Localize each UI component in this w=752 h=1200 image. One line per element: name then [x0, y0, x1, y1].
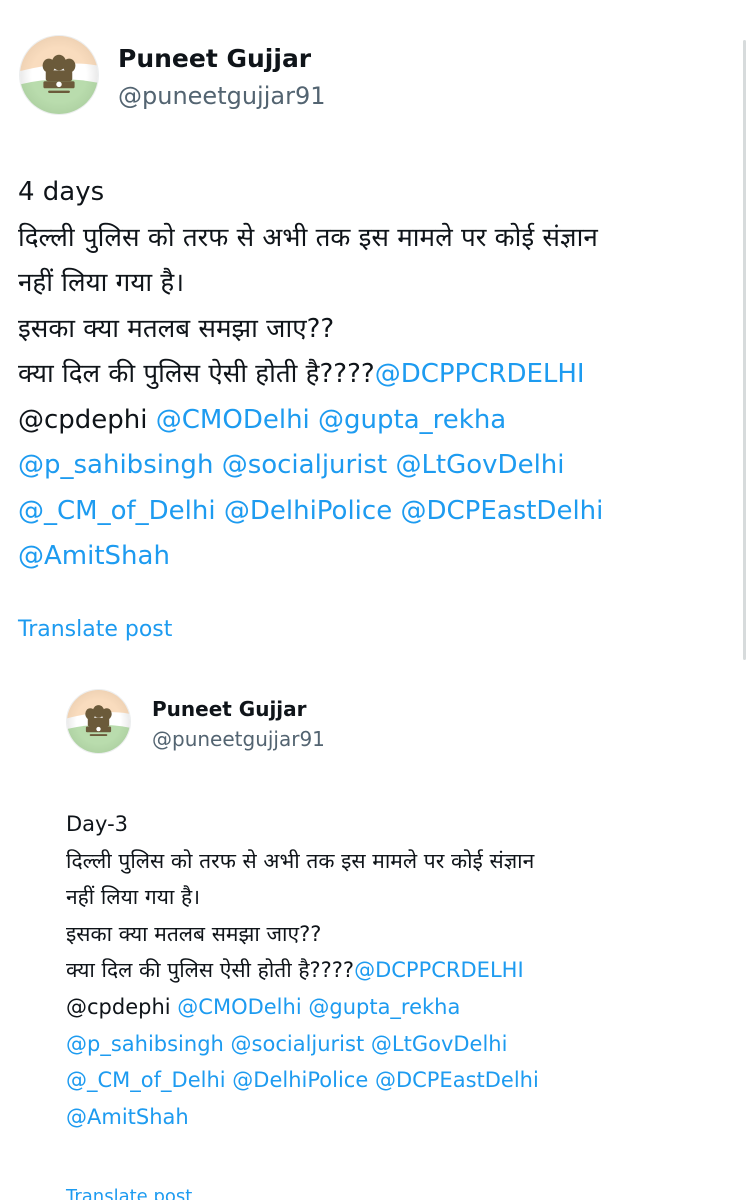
text-segment: दिल्ली पुलिस को तरफ से अभी तक इस मामले प…	[66, 848, 535, 873]
translate-post-link[interactable]: Translate post	[18, 617, 172, 642]
mention-link[interactable]: @DCPEastDelhi	[375, 1068, 539, 1092]
text-segment: नहीं लिया गया है।	[66, 885, 201, 910]
mention-link[interactable]: @gupta_rekha	[318, 405, 506, 435]
text-line: इसका क्या मतलब समझा जाए??	[18, 307, 603, 353]
mention-link[interactable]: @p_sahibsingh	[66, 1032, 224, 1056]
mention-link[interactable]: @DelhiPolice	[232, 1068, 368, 1092]
mention-link[interactable]: @DCPEastDelhi	[400, 496, 603, 526]
text-segment	[224, 1032, 231, 1056]
mention-link[interactable]: @p_sahibsingh	[18, 450, 213, 480]
author-name[interactable]: Puneet Gujjar	[118, 44, 311, 73]
text-line: @AmitShah	[66, 1099, 539, 1136]
mention-link[interactable]: @AmitShah	[18, 541, 170, 571]
text-line: @cpdephi @CMODelhi @gupta_rekha	[66, 989, 539, 1026]
ashoka-emblem-icon	[20, 36, 98, 114]
text-segment	[364, 1032, 371, 1056]
text-line: दिल्ली पुलिस को तरफ से अभी तक इस मामले प…	[66, 843, 539, 880]
mention-link[interactable]: @socialjurist	[222, 450, 387, 480]
text-line: @AmitShah	[18, 534, 603, 580]
post-text: 4 days दिल्ली पुलिस को तरफ से अभी तक इस म…	[18, 170, 603, 580]
scrollbar[interactable]	[743, 40, 746, 660]
text-line: @p_sahibsingh @socialjurist @LtGovDelhi	[66, 1026, 539, 1063]
text-segment	[310, 405, 318, 435]
quoted-translate-post-link[interactable]: Translate post	[66, 1186, 192, 1200]
text-segment: क्या दिल की पुलिस ऐसी होती है????	[18, 359, 375, 389]
quoted-author-handle[interactable]: @puneetgujjar91	[152, 727, 325, 751]
text-line: @_CM_of_Delhi @DelhiPolice @DCPEastDelhi	[66, 1062, 539, 1099]
quoted-author-avatar[interactable]	[66, 689, 131, 754]
ashoka-emblem-icon	[67, 690, 130, 753]
mention-link[interactable]: @_CM_of_Delhi	[18, 496, 216, 526]
mention-link[interactable]: @DCPPCRDELHI	[354, 958, 524, 982]
mention-link[interactable]: @gupta_rekha	[308, 995, 460, 1019]
mention-link[interactable]: @DCPPCRDELHI	[375, 359, 585, 389]
text-line: क्या दिल की पुलिस ऐसी होती है????@DCPPCR…	[18, 352, 603, 398]
text-segment: @cpdephi	[18, 404, 156, 435]
text-segment: 4 days	[18, 177, 105, 207]
text-line: दिल्ली पुलिस को तरफ से अभी तक इस मामले प…	[18, 216, 603, 262]
text-segment	[213, 450, 221, 480]
author-avatar[interactable]	[19, 35, 99, 115]
quoted-post-text: Day-3 दिल्ली पुलिस को तरफ से अभी तक इस मा…	[66, 806, 539, 1135]
mention-link[interactable]: @socialjurist	[231, 1032, 365, 1056]
text-line: @p_sahibsingh @socialjurist @LtGovDelhi	[18, 443, 603, 489]
author-handle[interactable]: @puneetgujjar91	[118, 82, 326, 110]
mention-link[interactable]: @_CM_of_Delhi	[66, 1068, 226, 1092]
text-segment	[368, 1068, 375, 1092]
mention-link[interactable]: @LtGovDelhi	[395, 450, 564, 480]
text-line: Day-3	[66, 806, 539, 843]
text-line: @_CM_of_Delhi @DelhiPolice @DCPEastDelhi	[18, 489, 603, 535]
text-line: नहीं लिया गया है।	[18, 261, 603, 307]
text-segment: दिल्ली पुलिस को तरफ से अभी तक इस मामले प…	[18, 222, 598, 253]
text-segment: इसका क्या मतलब समझा जाए??	[66, 921, 322, 946]
text-line: क्या दिल की पुलिस ऐसी होती है????@DCPPCR…	[66, 952, 539, 989]
text-segment: क्या दिल की पुलिस ऐसी होती है????	[66, 958, 355, 983]
text-line: नहीं लिया गया है।	[66, 879, 539, 916]
mention-link[interactable]: @LtGovDelhi	[371, 1032, 508, 1056]
mention-link[interactable]: @AmitShah	[66, 1105, 189, 1129]
mention-link[interactable]: @CMODelhi	[177, 995, 301, 1019]
text-line: 4 days	[18, 170, 603, 216]
text-line: @cpdephi @CMODelhi @gupta_rekha	[18, 398, 603, 444]
text-segment: Day-3	[66, 812, 129, 836]
mention-link[interactable]: @CMODelhi	[156, 405, 310, 435]
mention-link[interactable]: @DelhiPolice	[224, 496, 392, 526]
text-segment: नहीं लिया गया है।	[18, 268, 185, 298]
quoted-author-name[interactable]: Puneet Gujjar	[152, 697, 307, 721]
text-segment: इसका क्या मतलब समझा जाए??	[18, 313, 335, 344]
text-line: इसका क्या मतलब समझा जाए??	[66, 916, 539, 953]
text-segment: @cpdephi	[66, 994, 178, 1019]
text-segment	[216, 496, 224, 526]
